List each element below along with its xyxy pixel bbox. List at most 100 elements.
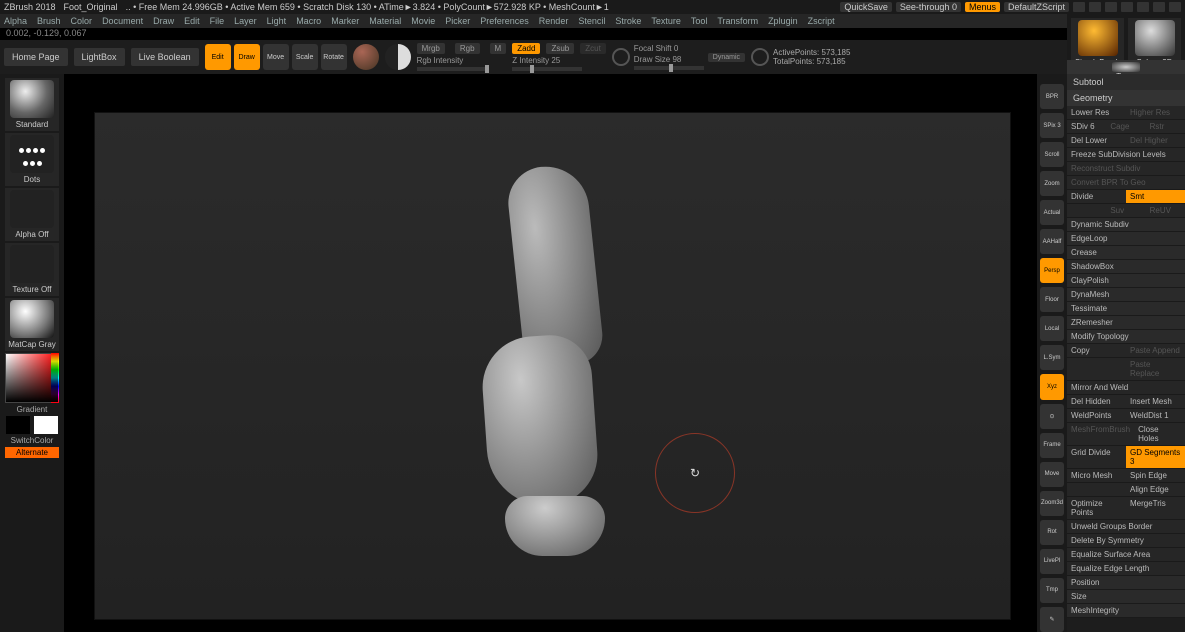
win-icon[interactable]	[1137, 2, 1149, 12]
texture-slot[interactable]: Texture Off	[5, 243, 59, 296]
shelf-frame[interactable]: Frame	[1040, 433, 1064, 458]
m-chip[interactable]: M	[490, 43, 507, 54]
menu-picker[interactable]: Picker	[445, 16, 470, 26]
seethrough-slider[interactable]: See-through 0	[896, 2, 961, 12]
prop-lower-res[interactable]: Lower Res	[1067, 106, 1126, 120]
menus-button[interactable]: Menus	[965, 2, 1000, 12]
menu-stroke[interactable]: Stroke	[615, 16, 641, 26]
prop-reuv[interactable]: ReUV	[1146, 204, 1185, 218]
prop-mirror-and-weld[interactable]: Mirror And Weld	[1067, 381, 1185, 395]
prop-del-higher[interactable]: Del Higher	[1126, 134, 1185, 148]
rotate-tool[interactable]: Rotate	[321, 44, 347, 70]
menu-edit[interactable]: Edit	[184, 16, 200, 26]
color-picker[interactable]	[5, 353, 59, 403]
brush-slot[interactable]: Standard	[5, 78, 59, 131]
homepage-button[interactable]: Home Page	[4, 48, 68, 66]
viewport[interactable]	[94, 112, 1011, 620]
prop-mergetris[interactable]: MergeTris	[1126, 497, 1185, 520]
prop-equalize-surface-area[interactable]: Equalize Surface Area	[1067, 548, 1185, 562]
prop-size[interactable]: Size	[1067, 590, 1185, 604]
menu-movie[interactable]: Movie	[411, 16, 435, 26]
zsub-chip[interactable]: Zsub	[546, 43, 574, 54]
prop-zremesher[interactable]: ZRemesher	[1067, 316, 1185, 330]
rgb-chip[interactable]: Rgb	[455, 43, 480, 54]
prop-empty[interactable]	[1067, 358, 1126, 381]
shelf-xyz[interactable]: Xyz	[1040, 374, 1064, 399]
drawsize-slider[interactable]	[634, 66, 704, 70]
menu-marker[interactable]: Marker	[331, 16, 359, 26]
edit-tool[interactable]: Edit	[205, 44, 231, 70]
prop-edgeloop[interactable]: EdgeLoop	[1067, 232, 1185, 246]
menu-render[interactable]: Render	[539, 16, 569, 26]
menu-macro[interactable]: Macro	[296, 16, 321, 26]
menu-texture[interactable]: Texture	[651, 16, 681, 26]
menu-layer[interactable]: Layer	[234, 16, 257, 26]
switchcolor-label[interactable]: SwitchColor	[11, 436, 54, 445]
defaultzscript-button[interactable]: DefaultZScript	[1004, 2, 1069, 12]
prop-cage[interactable]: Cage	[1106, 120, 1145, 134]
prop-grid-divide[interactable]: Grid Divide	[1067, 446, 1126, 469]
prop-position[interactable]: Position	[1067, 576, 1185, 590]
prop-empty[interactable]	[1067, 204, 1106, 218]
menu-file[interactable]: File	[210, 16, 225, 26]
prop-empty[interactable]	[1067, 483, 1126, 497]
prop-del-hidden[interactable]: Del Hidden	[1067, 395, 1126, 409]
color-swatches[interactable]	[6, 416, 58, 434]
prop-equalize-edge-length[interactable]: Equalize Edge Length	[1067, 562, 1185, 576]
subtract-toggle[interactable]	[353, 44, 379, 70]
menu-document[interactable]: Document	[102, 16, 143, 26]
prop-weldpoints[interactable]: WeldPoints	[1067, 409, 1126, 423]
focal-gauge[interactable]	[612, 48, 630, 66]
prop-meshintegrity[interactable]: MeshIntegrity	[1067, 604, 1185, 618]
lightbox-button[interactable]: LightBox	[74, 48, 125, 66]
alternate-button[interactable]: Alternate	[5, 447, 59, 458]
prop-micro-mesh[interactable]: Micro Mesh	[1067, 469, 1126, 483]
prop-smt[interactable]: Smt	[1126, 190, 1185, 204]
shelf-bpr[interactable]: BPR	[1040, 84, 1064, 109]
prop-tessimate[interactable]: Tessimate	[1067, 302, 1185, 316]
menu-draw[interactable]: Draw	[153, 16, 174, 26]
menu-material[interactable]: Material	[369, 16, 401, 26]
shelf-move[interactable]: Move	[1040, 462, 1064, 487]
zcut-chip[interactable]: Zcut	[580, 43, 606, 54]
menu-light[interactable]: Light	[267, 16, 287, 26]
zadd-chip[interactable]: Zadd	[512, 43, 540, 54]
shelf-zoom3d[interactable]: Zoom3d	[1040, 491, 1064, 516]
prop-close-holes[interactable]: Close Holes	[1134, 423, 1185, 446]
shelf-actual[interactable]: Actual	[1040, 200, 1064, 225]
menu-preferences[interactable]: Preferences	[480, 16, 529, 26]
dynamic-chip[interactable]: Dynamic	[708, 53, 745, 62]
prop-suv[interactable]: Suv	[1106, 204, 1145, 218]
prop-welddist-1[interactable]: WeldDist 1	[1126, 409, 1185, 423]
shelf-[interactable]: ✎	[1040, 607, 1064, 632]
liveboolean-button[interactable]: Live Boolean	[131, 48, 199, 66]
prop-convert-bpr-to-geo[interactable]: Convert BPR To Geo	[1067, 176, 1185, 190]
menu-transform[interactable]: Transform	[717, 16, 758, 26]
shelf-lsym[interactable]: L.Sym	[1040, 345, 1064, 370]
menu-brush[interactable]: Brush	[37, 16, 61, 26]
win-icon[interactable]	[1073, 2, 1085, 12]
menu-alpha[interactable]: Alpha	[4, 16, 27, 26]
shelf-local[interactable]: Local	[1040, 316, 1064, 341]
shelf-[interactable]: ⊙	[1040, 404, 1064, 429]
shelf-livepl[interactable]: LivePl	[1040, 549, 1064, 574]
prop-gd-segments-3[interactable]: GD Segments 3	[1126, 446, 1185, 469]
shelf-aahalf[interactable]: AAHalf	[1040, 229, 1064, 254]
menu-zplugin[interactable]: Zplugin	[768, 16, 798, 26]
prop-del-lower[interactable]: Del Lower	[1067, 134, 1126, 148]
prop-insert-mesh[interactable]: Insert Mesh	[1126, 395, 1185, 409]
prop-paste-append[interactable]: Paste Append	[1126, 344, 1185, 358]
rgb-intensity-slider[interactable]	[417, 67, 487, 71]
draw-tool[interactable]: Draw	[234, 44, 260, 70]
prop-claypolish[interactable]: ClayPolish	[1067, 274, 1185, 288]
prop-higher-res[interactable]: Higher Res	[1126, 106, 1185, 120]
prop-unweld-groups-border[interactable]: Unweld Groups Border	[1067, 520, 1185, 534]
prop-crease[interactable]: Crease	[1067, 246, 1185, 260]
prop-meshfrombrush[interactable]: MeshFromBrush	[1067, 423, 1134, 446]
prop-dynamic-subdiv[interactable]: Dynamic Subdiv	[1067, 218, 1185, 232]
move-tool[interactable]: Move	[263, 44, 289, 70]
prop-shadowbox[interactable]: ShadowBox	[1067, 260, 1185, 274]
subtool-header[interactable]: Subtool	[1067, 74, 1185, 90]
stroke-slot[interactable]: Dots	[5, 133, 59, 186]
win-icon[interactable]	[1089, 2, 1101, 12]
